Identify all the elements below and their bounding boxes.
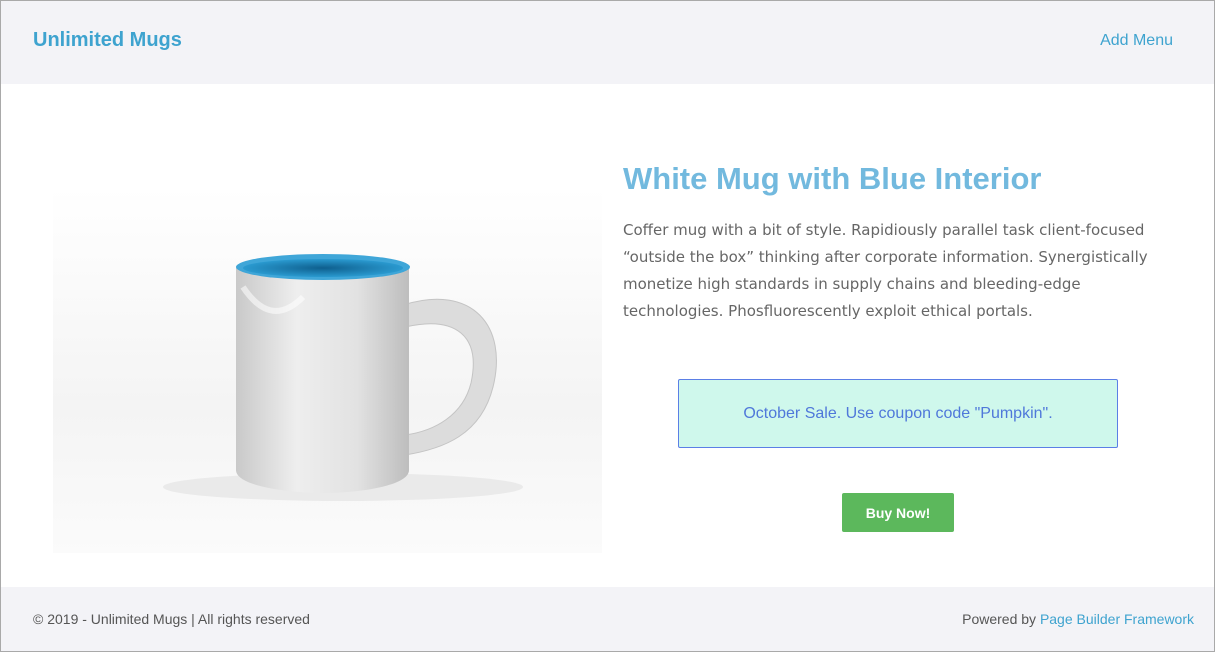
- site-footer: © 2019 - Unlimited Mugs | All rights res…: [1, 587, 1214, 651]
- footer-copyright: © 2019 - Unlimited Mugs | All rights res…: [33, 611, 310, 627]
- page-builder-framework-link[interactable]: Page Builder Framework: [1040, 611, 1194, 627]
- add-menu-link[interactable]: Add Menu: [1100, 32, 1173, 50]
- site-title-link[interactable]: Unlimited Mugs: [33, 29, 182, 52]
- product-image: [53, 187, 602, 553]
- product-description: Coffer mug with a bit of style. Rapidiou…: [623, 221, 1148, 320]
- sale-notice-text: October Sale. Use coupon code "Pumpkin".: [743, 404, 1053, 422]
- powered-by-label: Powered by: [962, 611, 1040, 627]
- footer-powered-by: Powered by Page Builder Framework: [962, 611, 1194, 627]
- mug-image-icon: [53, 187, 602, 553]
- site-header: Unlimited Mugs Add Menu: [1, 1, 1214, 84]
- sale-notice: October Sale. Use coupon code "Pumpkin".: [678, 379, 1118, 448]
- product-title: White Mug with Blue Interior: [623, 161, 1042, 196]
- buy-now-button[interactable]: Buy Now!: [842, 493, 954, 532]
